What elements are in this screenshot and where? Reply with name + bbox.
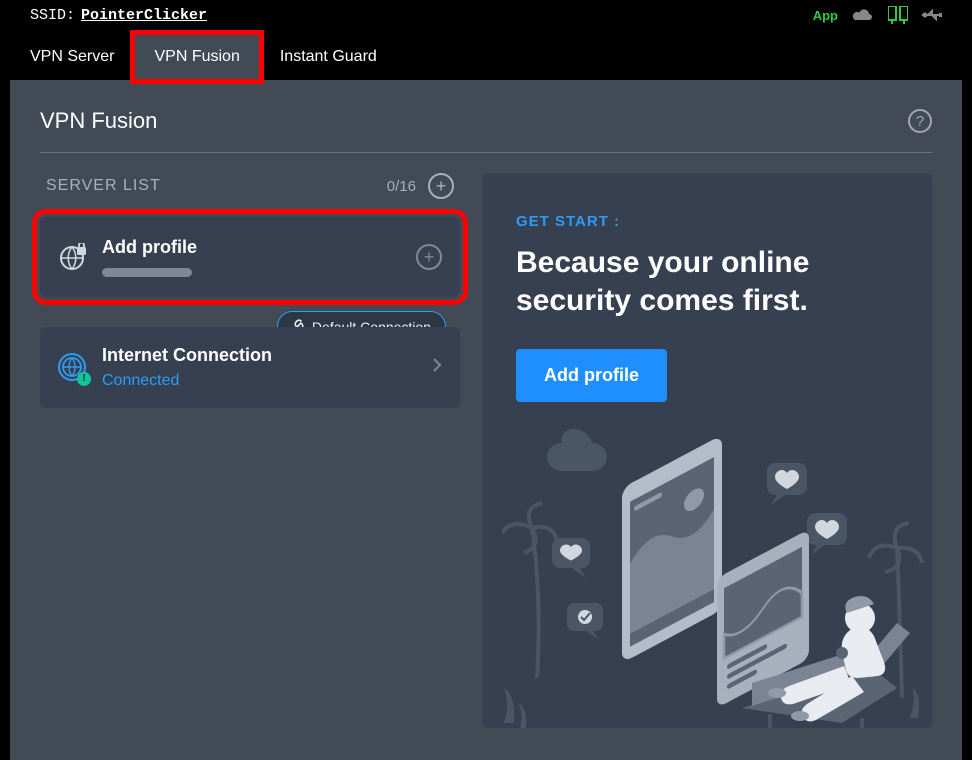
server-list-right: 0/16 + — [387, 173, 454, 199]
right-panel: GET START : Because your online security… — [482, 173, 932, 728]
add-profile-title: Add profile — [102, 237, 402, 258]
tab-label: VPN Fusion — [154, 48, 239, 65]
server-list-count: 0/16 — [387, 178, 416, 195]
globe-status-icon: ! — [58, 353, 88, 383]
tab-bar: VPN Server VPN Fusion Instant Guard — [10, 34, 972, 80]
tab-label: VPN Server — [30, 48, 114, 65]
add-profile-text: Add profile — [102, 237, 402, 277]
columns: SERVER LIST 0/16 + — [40, 173, 932, 728]
hero-heading: Because your online security comes first… — [516, 244, 898, 319]
add-profile-button-label: Add profile — [544, 365, 639, 385]
help-icon[interactable]: ? — [908, 109, 932, 133]
status-dot-icon: ! — [77, 372, 91, 386]
add-server-icon[interactable]: + — [428, 173, 454, 199]
internet-card-wrap: Default Connection ! — [40, 327, 460, 408]
hero-illustration — [502, 408, 932, 728]
server-list-title: SERVER LIST — [46, 177, 161, 195]
chevron-right-icon[interactable] — [432, 356, 442, 379]
tab-vpn-server[interactable]: VPN Server — [10, 34, 134, 80]
get-start-label: GET START : — [516, 213, 898, 230]
ssid-value[interactable]: PointerClicker — [81, 7, 207, 24]
add-profile-plus-icon[interactable]: + — [416, 244, 442, 270]
hero-line1: Because your online — [516, 246, 809, 279]
top-bar: SSID: PointerClicker App — [0, 0, 972, 28]
internet-title: Internet Connection — [102, 345, 418, 366]
globe-lock-icon — [58, 242, 88, 272]
cloud-icon[interactable] — [852, 7, 874, 23]
server-list-header: SERVER LIST 0/16 + — [40, 173, 460, 199]
left-column: SERVER LIST 0/16 + — [40, 173, 460, 728]
network-icon[interactable] — [888, 6, 908, 24]
page-header: VPN Fusion ? — [40, 108, 932, 153]
top-icons: App — [813, 6, 942, 24]
tab-label: Instant Guard — [280, 48, 377, 65]
tab-vpn-fusion[interactable]: VPN Fusion — [134, 34, 259, 80]
tab-instant-guard[interactable]: Instant Guard — [260, 34, 397, 80]
hero-line2: security comes first. — [516, 284, 808, 317]
usb-icon[interactable] — [922, 8, 942, 22]
ssid-label: SSID: — [30, 7, 75, 24]
page-body: VPN Fusion ? SERVER LIST 0/16 + — [10, 80, 962, 760]
add-profile-bar — [102, 268, 192, 277]
add-profile-button[interactable]: Add profile — [516, 349, 667, 402]
internet-status: Connected — [102, 372, 418, 390]
ssid-display: SSID: PointerClicker — [30, 7, 207, 24]
app-indicator[interactable]: App — [813, 8, 838, 23]
add-profile-card[interactable]: Add profile + — [40, 217, 460, 297]
internet-text: Internet Connection Connected — [102, 345, 418, 390]
internet-connection-card[interactable]: ! Internet Connection Connected — [40, 327, 460, 408]
page-title: VPN Fusion — [40, 108, 157, 134]
